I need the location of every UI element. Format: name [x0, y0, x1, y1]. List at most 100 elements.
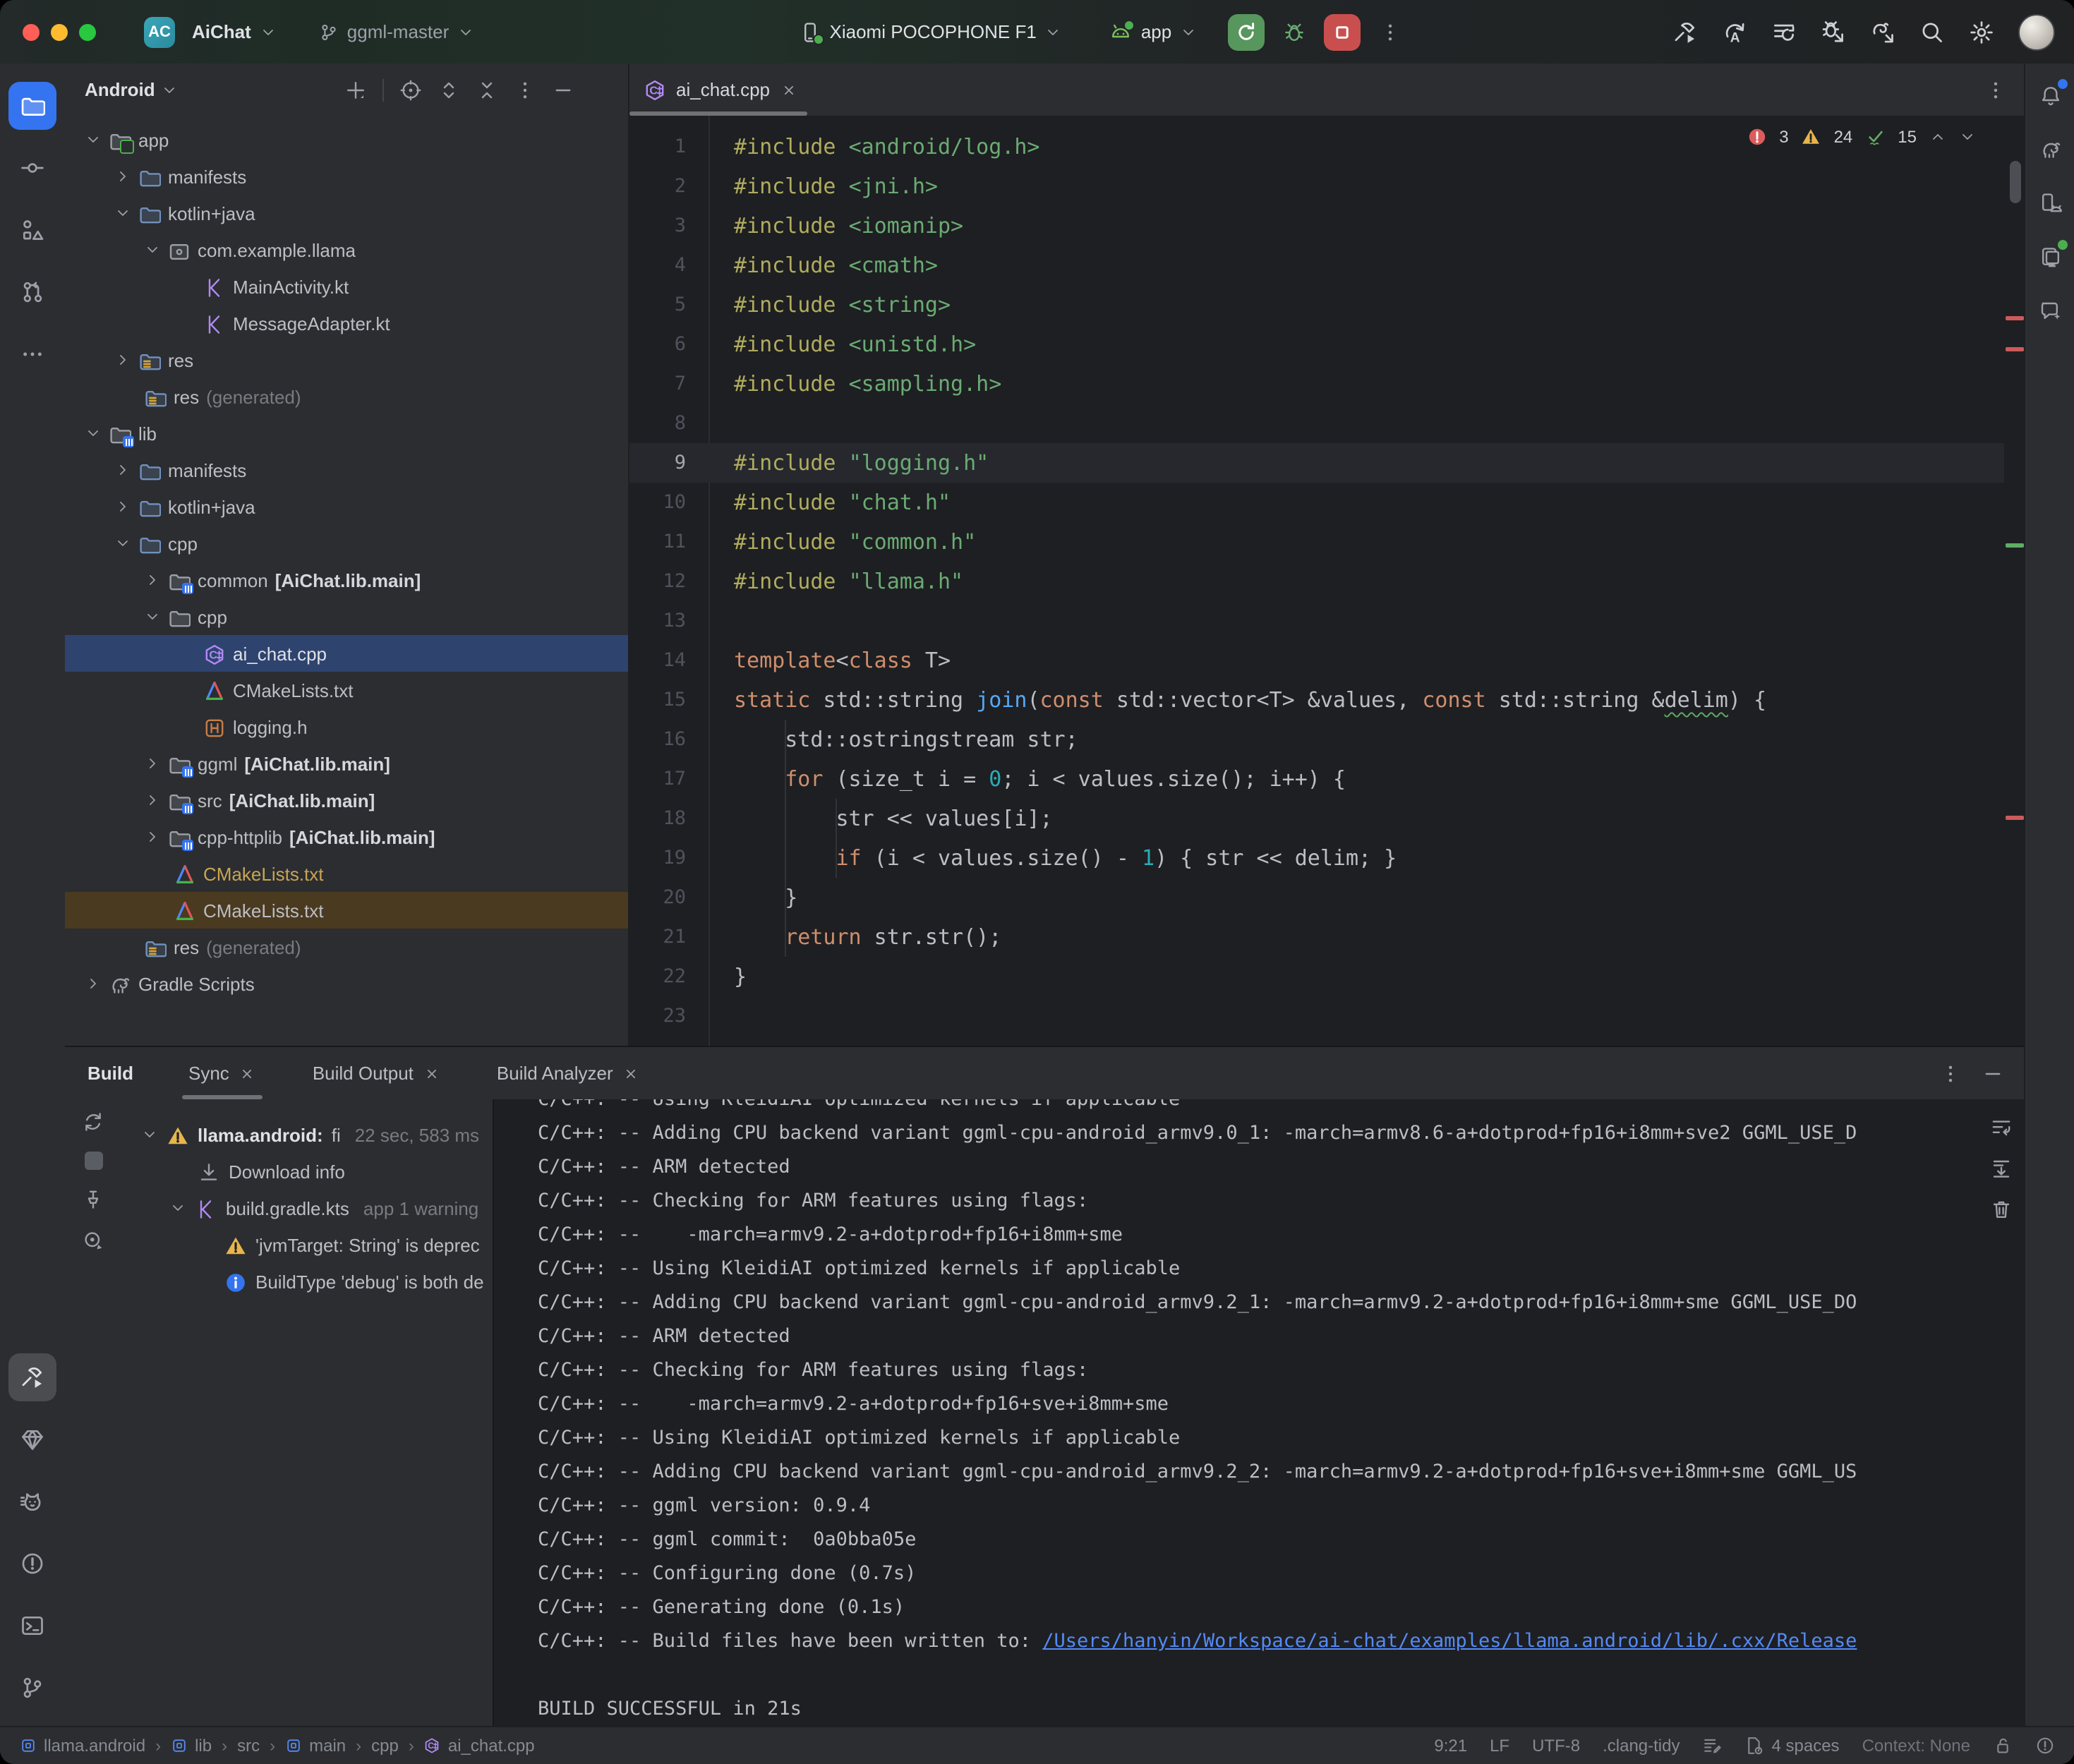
line-ending[interactable]: LF [1490, 1736, 1509, 1756]
tree-item-gradle-scripts[interactable]: Gradle Scripts [65, 965, 628, 1002]
code-line[interactable]: 15static std::string join(const std::vec… [629, 680, 2004, 720]
console-line[interactable]: C/C++: -- ARM detected [538, 1150, 2024, 1184]
build-tree-item[interactable]: Download info [121, 1153, 493, 1190]
running-devices-button[interactable] [2029, 236, 2071, 278]
close-window-button[interactable] [23, 23, 40, 40]
build-tree-item[interactable]: 'jvmTarget: String' is deprec [121, 1226, 493, 1263]
code-line[interactable]: 5#include <string> [629, 285, 2004, 325]
console-line[interactable]: C/C++: -- Build files have been written … [538, 1624, 2024, 1658]
linter-config[interactable]: .clang-tidy [1603, 1736, 1680, 1756]
pin-icon[interactable] [82, 1188, 104, 1211]
console-line[interactable]: C/C++: -- Generating done (0.1s) [538, 1590, 2024, 1624]
soft-wrap-icon[interactable] [1990, 1116, 2013, 1139]
change-stripe-mark[interactable] [2006, 543, 2024, 548]
lock-open-icon[interactable] [1993, 1736, 2013, 1756]
gemini-chat-button[interactable] [2029, 289, 2071, 332]
apply-changes-icon[interactable] [1722, 19, 1747, 44]
code-line[interactable]: 3#include <iomanip> [629, 206, 2004, 246]
tree-item-ai-chat-cpp[interactable]: ai_chat.cpp [65, 635, 628, 672]
project-tool-button[interactable] [8, 82, 56, 130]
refresh-icon[interactable] [82, 1111, 104, 1133]
tree-item-manifests[interactable]: manifests [65, 452, 628, 488]
tree-item-res[interactable]: res(generated) [65, 929, 628, 965]
inspections-status-icon[interactable] [2035, 1736, 2055, 1756]
console-line[interactable]: C/C++: -- Checking for ARM features usin… [538, 1353, 2024, 1387]
breadcrumb[interactable]: llama.android›lib›src›main›cpp›ai_chat.c… [20, 1736, 535, 1756]
error-stripe-mark[interactable] [2006, 316, 2024, 320]
code-editor[interactable]: 1#include <android/log.h>2#include <jni.… [629, 116, 2004, 1046]
code-line[interactable]: 13 [629, 601, 2004, 641]
tree-item-res[interactable]: res [65, 342, 628, 378]
hide-panel-icon[interactable] [552, 78, 574, 101]
code-line[interactable]: 16 std::ostringstream str; [629, 720, 2004, 759]
console-line[interactable]: C/C++: -- Adding CPU backend variant ggm… [538, 1455, 2024, 1489]
tree-item-cmakelists-txt[interactable]: CMakeLists.txt [65, 855, 628, 892]
console-line[interactable]: BUILD SUCCESSFUL in 21s [538, 1692, 2024, 1726]
logcat-tool-button[interactable] [8, 1478, 56, 1526]
filter-icon[interactable] [82, 1229, 104, 1252]
more-tool-windows-button[interactable] [8, 330, 56, 378]
console-line[interactable]: C/C++: -- Checking for ARM features usin… [538, 1184, 2024, 1218]
tree-item-com-example-llama[interactable]: com.example.llama [65, 231, 628, 268]
code-line[interactable]: 22} [629, 957, 2004, 996]
context-indicator[interactable]: Context: None [1862, 1736, 1970, 1756]
tree-item-cpp[interactable]: cpp [65, 598, 628, 635]
locate-file-icon[interactable] [399, 78, 422, 101]
console-line[interactable]: C/C++: -- Using KleidiAI optimized kerne… [538, 1099, 2024, 1116]
build-panel-options-icon[interactable] [1939, 1062, 1962, 1085]
commit-tool-button[interactable] [8, 144, 56, 192]
build-tree-item[interactable]: llama.android: fi22 sec, 583 ms [121, 1116, 493, 1153]
code-line[interactable]: 12#include "llama.h" [629, 562, 2004, 601]
build-tree-item[interactable]: BuildType 'debug' is both de [121, 1263, 493, 1300]
panel-options-icon[interactable] [514, 78, 536, 101]
console-line[interactable]: C/C++: -- Adding CPU backend variant ggm… [538, 1116, 2024, 1150]
tree-item-cpp-httplib[interactable]: cpp-httplib[AiChat.lib.main] [65, 818, 628, 855]
indent-setting[interactable]: 4 spaces [1745, 1736, 1840, 1756]
code-line[interactable]: 23 [629, 996, 2004, 1036]
inspection-widget[interactable]: 3 24 15 [1747, 127, 1976, 147]
project-selector[interactable]: AiChat [192, 21, 277, 42]
code-line[interactable]: 14template<class T> [629, 641, 2004, 680]
tree-item-ggml[interactable]: ggml[AiChat.lib.main] [65, 745, 628, 782]
device-selector[interactable]: Xiaomi POCOPHONE F1 [799, 20, 1062, 43]
collapse-all-icon[interactable] [476, 78, 498, 101]
close-tab-icon[interactable] [423, 1065, 440, 1082]
pull-requests-tool-button[interactable] [8, 268, 56, 316]
breadcrumb-item[interactable]: src [237, 1736, 260, 1756]
code-line[interactable]: 7#include <sampling.h> [629, 364, 2004, 404]
notifications-button[interactable] [2029, 75, 2071, 117]
next-problem-icon[interactable] [1959, 128, 1976, 145]
close-tab-icon[interactable] [780, 81, 797, 98]
app-quality-insights-tool-button[interactable] [8, 1415, 56, 1463]
build-run-icon[interactable] [1672, 19, 1698, 44]
breadcrumb-item[interactable]: llama.android [20, 1736, 145, 1756]
search-everywhere-icon[interactable] [1919, 19, 1945, 44]
structure-tool-button[interactable] [8, 206, 56, 254]
tree-item-logging-h[interactable]: logging.h [65, 708, 628, 745]
tree-item-cmakelists-txt[interactable]: CMakeLists.txt [65, 672, 628, 708]
breadcrumb-item[interactable]: ai_chat.cpp [424, 1736, 535, 1756]
tab-sync[interactable]: Sync [170, 1047, 275, 1099]
editor-options-icon[interactable] [1984, 78, 2007, 101]
tree-item-manifests[interactable]: manifests [65, 158, 628, 195]
add-icon[interactable] [344, 78, 367, 101]
problems-tool-button[interactable] [8, 1540, 56, 1588]
breadcrumb-item[interactable]: lib [171, 1736, 212, 1756]
tree-item-kotlin-java[interactable]: kotlin+java [65, 195, 628, 231]
zoom-window-button[interactable] [79, 23, 96, 40]
file-encoding[interactable]: UTF-8 [1532, 1736, 1580, 1756]
caret-position[interactable]: 9:21 [1434, 1736, 1467, 1756]
breadcrumb-item[interactable]: main [285, 1736, 346, 1756]
code-line[interactable]: 8 [629, 404, 2004, 443]
tree-item-common[interactable]: common[AiChat.lib.main] [65, 562, 628, 598]
tree-item-app[interactable]: app [65, 121, 628, 158]
code-line[interactable]: 11#include "common.h" [629, 522, 2004, 562]
code-line[interactable]: 9#include "logging.h" [629, 443, 2004, 483]
breadcrumb-item[interactable]: cpp [371, 1736, 399, 1756]
error-stripe-mark[interactable] [2006, 816, 2024, 820]
console-line[interactable]: C/C++: -- Using KleidiAI optimized kerne… [538, 1252, 2024, 1286]
prev-problem-icon[interactable] [1929, 128, 1946, 145]
settings-icon[interactable] [1969, 19, 1994, 44]
code-style-icon[interactable] [1703, 1736, 1723, 1756]
debug-button[interactable] [1276, 13, 1313, 50]
